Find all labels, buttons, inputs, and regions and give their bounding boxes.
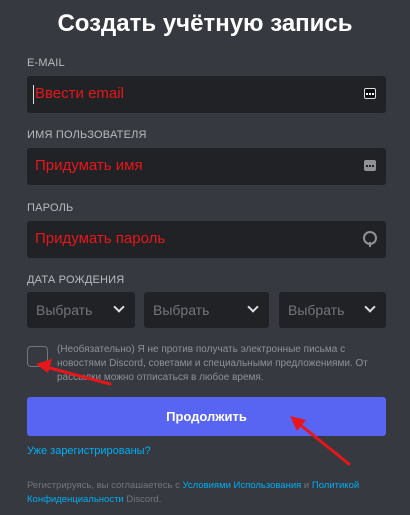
chevron-down-icon [113, 301, 125, 313]
username-label: ИМЯ ПОЛЬЗОВАТЕЛЯ [27, 129, 147, 141]
password-field[interactable]: Придумать пароль [27, 221, 386, 258]
page-title: Создать учётную запись [57, 10, 353, 37]
birth-day-value: Выбрать [153, 302, 210, 318]
birth-month-value: Выбрать [36, 302, 93, 318]
chevron-down-icon [247, 301, 259, 313]
autofill-dots-icon[interactable] [364, 160, 376, 171]
terms-suffix: Discord. [123, 494, 162, 505]
text-caret [33, 85, 34, 104]
email-field-value: Ввести email [35, 85, 124, 102]
password-field-value: Придумать пароль [35, 230, 166, 247]
chevron-down-icon [364, 301, 376, 313]
terms-text: Регистрируясь, вы соглашаетесь с Условия… [27, 479, 382, 507]
email-field[interactable]: Ввести email [27, 76, 386, 113]
terms-prefix: Регистрируясь, вы соглашаетесь с [27, 480, 183, 491]
continue-button[interactable]: Продолжить [27, 397, 386, 436]
username-field[interactable]: Придумать имя [27, 148, 386, 185]
birth-month-select[interactable]: Выбрать [27, 292, 135, 328]
tos-link[interactable]: Условиями Использования [182, 480, 301, 491]
password-manager-key-icon[interactable] [363, 231, 377, 247]
username-field-value: Придумать имя [35, 157, 143, 174]
autofill-dots-icon[interactable] [364, 88, 376, 99]
newsletter-text: (Необязательно) Я не против получать эле… [57, 344, 368, 383]
birth-year-value: Выбрать [288, 302, 345, 318]
login-link[interactable]: Уже зарегистрированы? [27, 445, 151, 457]
email-label: E-MAIL [27, 57, 65, 69]
newsletter-checkbox[interactable] [27, 346, 48, 367]
birth-day-select[interactable]: Выбрать [144, 292, 269, 328]
birth-year-select[interactable]: Выбрать [279, 292, 386, 328]
terms-and: и [301, 480, 312, 491]
birthdate-label: ДАТА РОЖДЕНИЯ [27, 274, 125, 286]
password-label: ПАРОЛЬ [27, 202, 74, 214]
